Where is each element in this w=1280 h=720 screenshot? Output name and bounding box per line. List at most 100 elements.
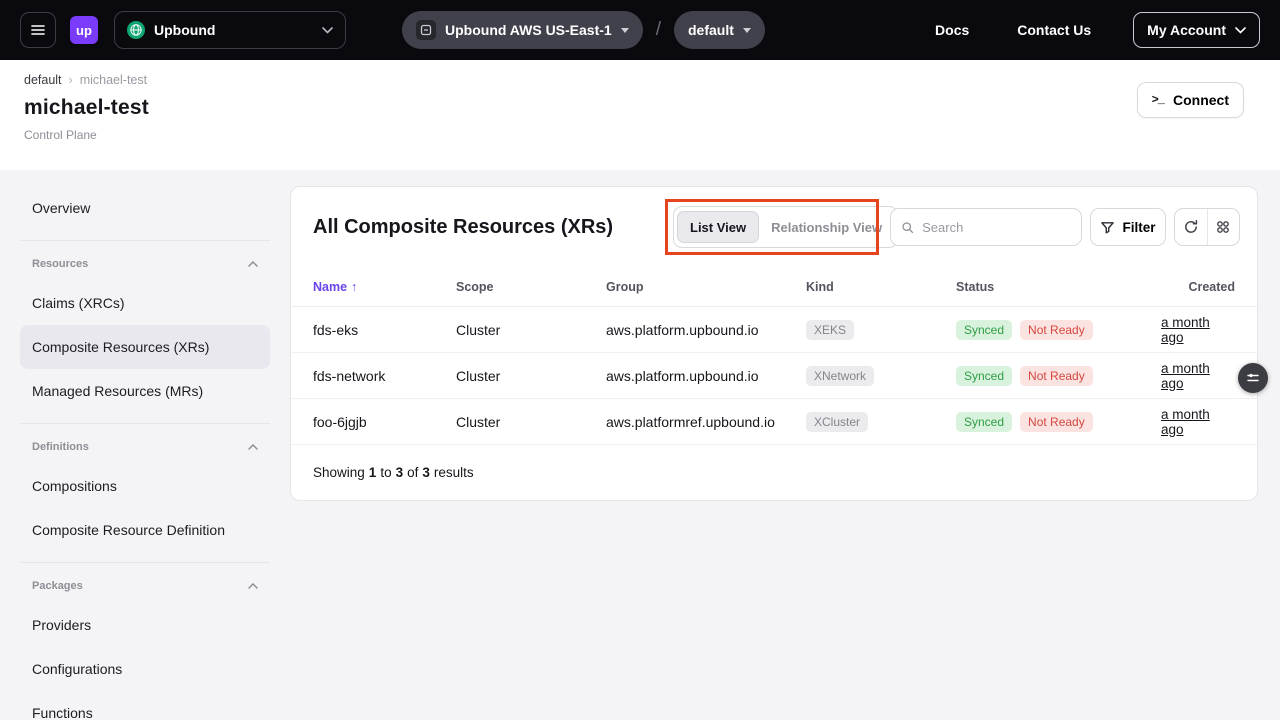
cell-created-link[interactable]: a month ago [1161, 315, 1235, 345]
summary-from: 1 [369, 465, 377, 480]
cell-scope: Cluster [456, 368, 606, 384]
sidebar-item-claims[interactable]: Claims (XRCs) [20, 281, 270, 325]
group-selector[interactable]: default [674, 11, 765, 49]
section-label: Definitions [32, 441, 89, 453]
organization-name: Upbound [154, 22, 215, 38]
sidebar-item-providers[interactable]: Providers [20, 603, 270, 647]
list-view-tab[interactable]: List View [677, 211, 759, 243]
docs-link[interactable]: Docs [935, 22, 969, 38]
my-account-label: My Account [1147, 22, 1226, 38]
cell-kind: XNetwork [806, 366, 956, 386]
page-header: default › michael-test michael-test Cont… [0, 60, 1280, 170]
section-label: Resources [32, 258, 88, 270]
table-header-row: Name ↑ Scope Group Kind Status Created [291, 267, 1257, 307]
filter-icon [1100, 220, 1115, 235]
cell-group: aws.platform.upbound.io [606, 368, 806, 384]
column-header-scope[interactable]: Scope [456, 280, 606, 294]
section-label: Packages [32, 580, 83, 592]
composite-resources-panel: All Composite Resources (XRs) List View … [290, 186, 1258, 501]
connect-button[interactable]: >_ Connect [1137, 82, 1244, 118]
cell-kind: XEKS [806, 320, 956, 340]
cell-name[interactable]: fds-network [313, 368, 456, 384]
filter-button[interactable]: Filter [1090, 208, 1166, 246]
sidebar-section-packages-header[interactable]: Packages [20, 569, 270, 603]
cell-scope: Cluster [456, 414, 606, 430]
floating-widget-button[interactable] [1238, 363, 1268, 393]
summary-text: of [407, 465, 418, 480]
results-summary: Showing 1 to 3 of 3 results [291, 445, 1257, 500]
hamburger-icon [30, 22, 46, 38]
summary-text: Showing [313, 465, 365, 480]
sidebar-item-managed-resources[interactable]: Managed Resources (MRs) [20, 369, 270, 413]
control-plane-icon [416, 20, 436, 40]
sidebar-section-resources: Resources Claims (XRCs) Composite Resour… [20, 240, 270, 413]
chevron-up-icon [248, 583, 258, 589]
name-header-label: Name [313, 280, 347, 294]
relationship-view-tab[interactable]: Relationship View [759, 211, 894, 243]
sidebar-item-composite-resource-definition[interactable]: Composite Resource Definition [20, 508, 270, 552]
sidebar-section-resources-header[interactable]: Resources [20, 247, 270, 281]
cell-group: aws.platformref.upbound.io [606, 414, 806, 430]
sidebar-item-compositions[interactable]: Compositions [20, 464, 270, 508]
contact-us-link[interactable]: Contact Us [1017, 22, 1091, 38]
page-title: michael-test [24, 96, 1256, 120]
column-header-created[interactable]: Created [1188, 280, 1235, 294]
column-header-kind[interactable]: Kind [806, 280, 956, 294]
sidebar-section-definitions: Definitions Compositions Composite Resou… [20, 423, 270, 552]
sidebar-section-definitions-header[interactable]: Definitions [20, 430, 270, 464]
table-row[interactable]: fds-eks Cluster aws.platform.upbound.io … [291, 307, 1257, 353]
breadcrumb-separator-icon: › [69, 73, 73, 87]
settings-button[interactable] [1207, 209, 1240, 245]
cell-status: Synced Not Ready [956, 320, 1161, 340]
control-plane-selector[interactable]: Upbound AWS US-East-1 [402, 11, 643, 49]
kind-badge: XEKS [806, 320, 854, 340]
cell-created-link[interactable]: a month ago [1161, 361, 1235, 391]
chevron-down-icon [322, 27, 333, 34]
table-row[interactable]: fds-network Cluster aws.platform.upbound… [291, 353, 1257, 399]
my-account-button[interactable]: My Account [1133, 12, 1260, 48]
search-icon [901, 220, 914, 235]
breadcrumb-current: michael-test [80, 73, 147, 87]
column-header-name[interactable]: Name ↑ [313, 280, 456, 294]
column-header-group[interactable]: Group [606, 280, 806, 294]
kind-badge: XCluster [806, 412, 868, 432]
page-subtitle: Control Plane [24, 128, 1256, 142]
organization-selector[interactable]: Upbound [114, 11, 346, 49]
column-header-status[interactable]: Status [956, 280, 1161, 294]
cell-created-link[interactable]: a month ago [1161, 407, 1235, 437]
chevron-up-icon [248, 261, 258, 267]
chevron-down-icon [1235, 27, 1246, 34]
refresh-button[interactable] [1175, 209, 1207, 245]
sidebar: Overview Resources Claims (XRCs) Composi… [20, 186, 270, 720]
cell-status: Synced Not Ready [956, 412, 1161, 432]
breadcrumb-root[interactable]: default [24, 73, 62, 87]
caret-down-icon [743, 28, 751, 33]
sidebar-section-packages: Packages Providers Configurations Functi… [20, 562, 270, 720]
not-ready-badge: Not Ready [1020, 412, 1093, 432]
filter-label: Filter [1122, 220, 1155, 235]
logo-text: up [76, 23, 92, 38]
cell-name[interactable]: fds-eks [313, 322, 456, 338]
panel-header: All Composite Resources (XRs) List View … [291, 187, 1257, 267]
cell-status: Synced Not Ready [956, 366, 1161, 386]
apps-icon [1215, 219, 1231, 235]
table-row[interactable]: foo-6jgjb Cluster aws.platformref.upboun… [291, 399, 1257, 445]
kind-badge: XNetwork [806, 366, 874, 386]
globe-icon [127, 21, 145, 39]
summary-text: to [380, 465, 391, 480]
search-input[interactable] [922, 220, 1071, 235]
menu-button[interactable] [20, 12, 56, 48]
summary-to: 3 [396, 465, 404, 480]
sidebar-item-functions[interactable]: Functions [20, 691, 270, 720]
search-box [890, 208, 1082, 246]
sort-ascending-icon: ↑ [351, 280, 357, 294]
group-name: default [688, 22, 734, 38]
cell-name[interactable]: foo-6jgjb [313, 414, 456, 430]
synced-badge: Synced [956, 320, 1012, 340]
sidebar-item-composite-resources[interactable]: Composite Resources (XRs) [20, 325, 270, 369]
summary-total: 3 [422, 465, 430, 480]
sidebar-item-configurations[interactable]: Configurations [20, 647, 270, 691]
sidebar-item-overview[interactable]: Overview [20, 186, 270, 230]
upbound-logo[interactable]: up [70, 16, 98, 44]
sliders-icon [1246, 371, 1260, 385]
